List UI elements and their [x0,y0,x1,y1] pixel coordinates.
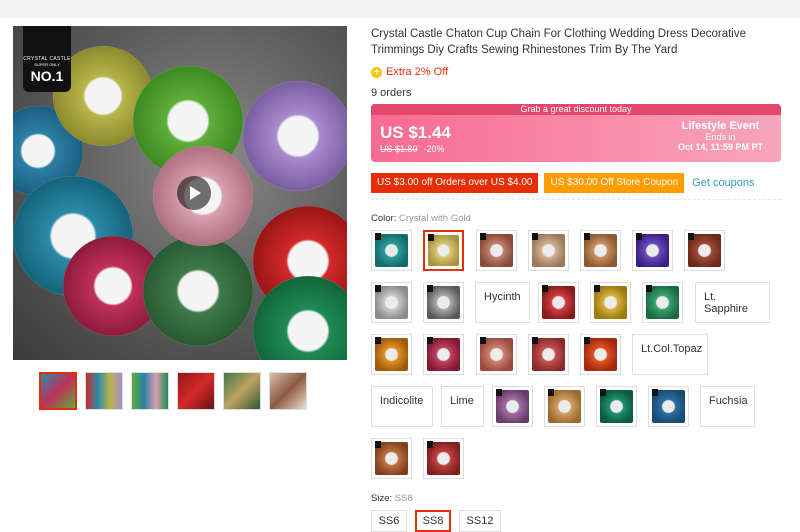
thumbnail-2[interactable] [85,372,123,410]
color-label-text: Color: [371,213,397,224]
top-bar [0,0,800,18]
coupon-orders-over[interactable]: US $3.00 off Orders over US $4.00 [371,173,539,193]
product-title: Crystal Castle Chaton Cup Chain For Clot… [371,28,746,56]
color-selected-text: Crystal with Gold [398,213,471,224]
badge-rank: NO.1 [30,68,64,84]
size-label: Size: SS8 [371,493,413,504]
thumbnail-5[interactable] [223,372,261,410]
color-swatch[interactable] [371,438,412,479]
promo-banner: Grab a great discount today US $1.44 US … [371,104,781,162]
color-swatch[interactable] [476,230,517,271]
color-label: Color: Crystal with Gold [371,213,471,224]
event-ends-label: Ends in [705,132,736,142]
coin-icon: + [371,66,382,78]
size-option-ss8[interactable]: SS8 [415,510,451,532]
color-option-indicolite[interactable]: Indicolite [371,386,433,427]
color-option-lime[interactable]: Lime [441,386,484,427]
old-price-row: US $1.80 -20% [380,144,445,154]
color-swatch[interactable] [371,282,412,323]
thumbnail-4[interactable] [177,372,215,410]
current-price: US $1.44 [380,123,451,142]
color-swatch[interactable] [423,438,464,479]
color-swatch[interactable] [423,282,464,323]
extra-off: + Extra 2% Off [371,66,448,78]
size-label-text: Size: [371,493,393,504]
color-swatch[interactable] [596,386,637,427]
color-option-lt-col-topaz[interactable]: Lt.Col.Topaz [632,334,708,375]
thumbnail-1[interactable] [39,372,77,410]
discount-percent: -20% [423,144,445,154]
thumbnail-6[interactable] [269,372,307,410]
color-swatch[interactable] [538,282,579,323]
brand-badge: CRYSTAL CASTLE SUPER ONLY NO.1 [23,26,71,92]
orders-count: 9 orders [371,87,412,99]
size-option-ss6[interactable]: SS6 [371,510,407,532]
color-swatch[interactable] [544,386,585,427]
thumbnail-3[interactable] [131,372,169,410]
size-selected-text: SS8 [394,493,413,504]
extra-off-text: Extra 2% Off [386,66,449,78]
color-option-fuchsia[interactable]: Fuchsia [700,386,755,427]
color-swatch[interactable] [371,230,412,271]
color-swatch[interactable] [476,334,517,375]
coupon-store[interactable]: US $30.00 Off Store Coupon [544,173,685,193]
color-swatch[interactable] [642,282,683,323]
main-product-image[interactable]: CRYSTAL CASTLE SUPER ONLY NO.1 [13,26,347,360]
event-ends-date: Oct 14, 11:59 PM PT [677,142,763,152]
event-info: Lifestyle Event Ends in Oct 14, 11:59 PM… [678,120,763,152]
color-swatch[interactable] [492,386,533,427]
size-option-ss12[interactable]: SS12 [459,510,501,532]
badge-tagline: SUPER ONLY [34,62,60,67]
old-price: US $1.80 [380,144,418,154]
play-video-icon[interactable] [177,176,211,210]
color-option-lt-sapphire[interactable]: Lt. Sapphire [695,282,770,323]
color-swatch[interactable] [590,282,631,323]
color-swatch-selected[interactable] [423,230,464,271]
promo-strip: Grab a great discount today [371,104,781,115]
color-swatch[interactable] [528,334,569,375]
color-swatch[interactable] [632,230,673,271]
divider [371,199,781,200]
thumbnail-strip [39,372,307,410]
color-swatch[interactable] [580,334,621,375]
color-swatch[interactable] [648,386,689,427]
color-swatch[interactable] [423,334,464,375]
coupons-row: US $3.00 off Orders over US $4.00 US $30… [371,173,755,193]
color-swatch[interactable] [528,230,569,271]
color-swatch[interactable] [371,334,412,375]
color-option-hycinth[interactable]: Hycinth [475,282,530,323]
get-coupons-link[interactable]: Get coupons [692,177,754,189]
color-swatch[interactable] [684,230,725,271]
color-swatch[interactable] [580,230,621,271]
event-name: Lifestyle Event [681,120,760,132]
